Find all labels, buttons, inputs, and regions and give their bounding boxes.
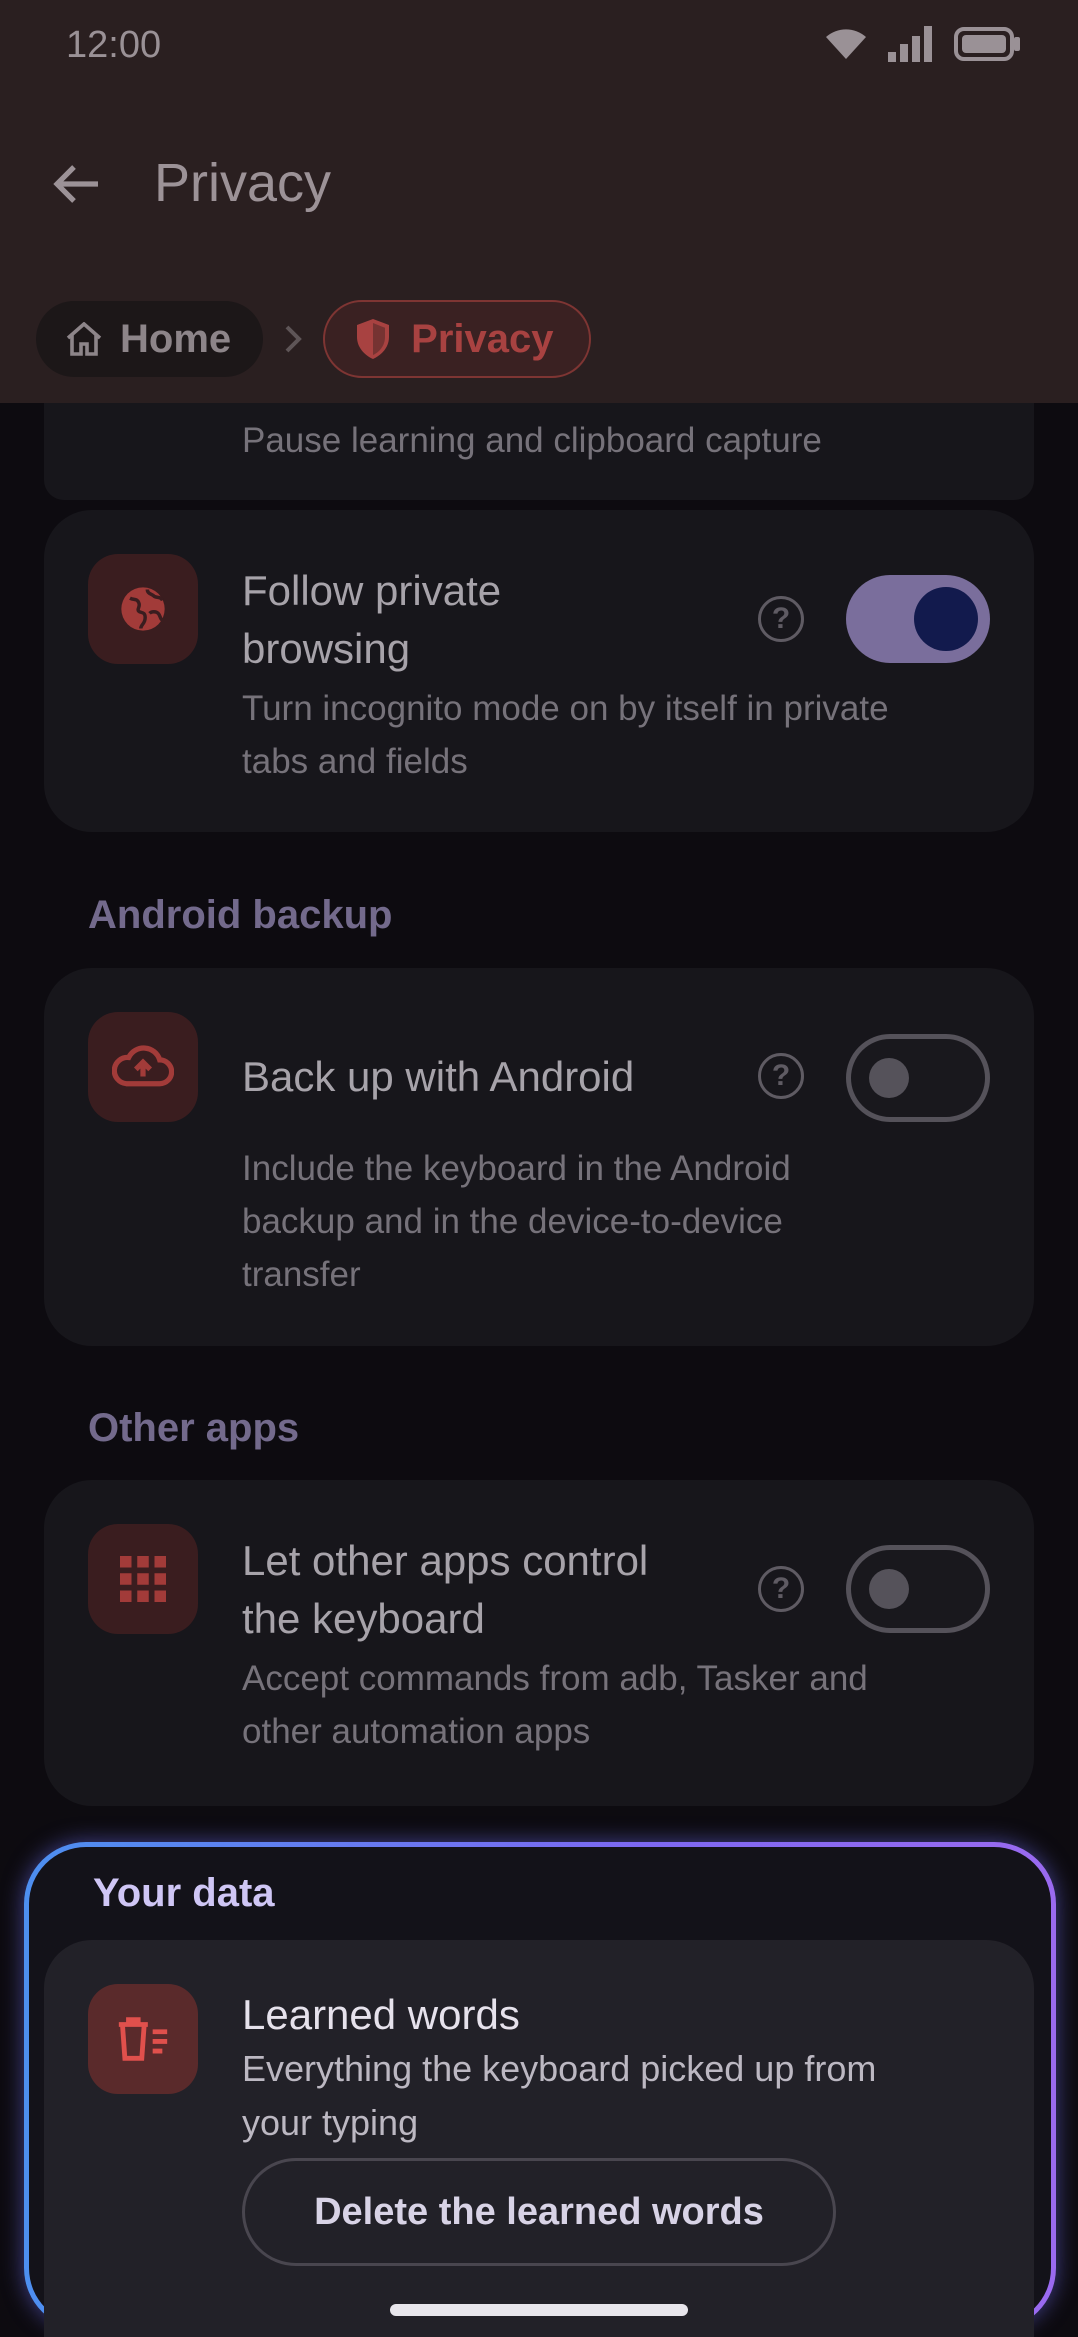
section-android-backup: Android backup [88, 893, 393, 937]
arrow-back-icon [53, 165, 98, 203]
signal-icon [888, 26, 932, 62]
help-icon[interactable]: ? [758, 1566, 804, 1612]
follow-private-subtitle-1: Turn incognito mode on by itself in priv… [242, 689, 889, 728]
section-your-data: Your data [93, 1871, 275, 1915]
other-apps-toggle[interactable] [846, 1545, 990, 1633]
wifi-icon [826, 29, 866, 59]
backup-subtitle-3: transfer [242, 1255, 361, 1294]
page-title: Privacy [154, 153, 332, 213]
learned-words-subtitle-1: Everything the keyboard picked up from [242, 2048, 877, 2089]
back-button[interactable] [46, 154, 106, 214]
delete-learned-words-button[interactable]: Delete the learned words [242, 2158, 836, 2266]
toggle-knob [869, 1058, 909, 1098]
title-bar: Privacy [0, 130, 1078, 240]
status-icons [826, 26, 1020, 62]
help-icon[interactable]: ? [758, 596, 804, 642]
other-apps-card[interactable]: Let other apps control the keyboard Acce… [44, 1480, 1034, 1806]
cloud-icon-tile [88, 1012, 198, 1122]
other-apps-subtitle-1: Accept commands from adb, Tasker and [242, 1659, 868, 1698]
grid-icon-tile [88, 1524, 198, 1634]
learned-words-subtitle-2: your typing [242, 2102, 419, 2143]
breadcrumb-privacy-label: Privacy [411, 316, 554, 361]
other-apps-subtitle-2: other automation apps [242, 1712, 591, 1751]
follow-private-subtitle-2: tabs and fields [242, 742, 468, 781]
grid-icon [120, 1556, 166, 1602]
learned-words-card: Learned words Everything the keyboard pi… [44, 1940, 1034, 2337]
chevron-right-icon [285, 325, 302, 353]
backup-subtitle-1: Include the keyboard in the Android [242, 1149, 791, 1188]
backup-card[interactable]: Back up with Android Include the keyboar… [44, 968, 1034, 1346]
other-apps-title-2: the keyboard [242, 1595, 485, 1642]
backup-title: Back up with Android [242, 1053, 635, 1100]
follow-private-toggle[interactable] [846, 575, 990, 663]
breadcrumb-separator [285, 325, 303, 353]
backup-subtitle-2: backup and in the device-to-device [242, 1202, 783, 1241]
learned-words-title: Learned words [242, 1991, 520, 2038]
delete-icon-tile [88, 1984, 198, 2094]
help-icon[interactable]: ? [758, 1053, 804, 1099]
delete-list-icon [118, 2017, 168, 2061]
breadcrumb: Home Privacy [36, 300, 592, 378]
section-other-apps: Other apps [88, 1406, 300, 1450]
battery-icon [954, 27, 1020, 61]
status-time: 12:00 [66, 24, 162, 66]
globe-icon [121, 587, 165, 631]
top-app-bar: 12:00 Privacy Home Privacy [0, 0, 1078, 403]
toggle-knob [914, 587, 978, 651]
backup-toggle[interactable] [846, 1034, 990, 1122]
incognito-subtitle: Pause learning and clipboard capture [242, 421, 822, 460]
home-icon [66, 322, 102, 356]
follow-private-title-1: Follow private [242, 567, 502, 614]
follow-private-card[interactable]: Follow private browsing Turn incognito m… [44, 510, 1034, 832]
breadcrumb-home-label: Home [120, 316, 232, 361]
breadcrumb-privacy[interactable]: Privacy [323, 300, 592, 378]
toggle-knob [869, 1569, 909, 1609]
shield-icon [357, 319, 390, 359]
breadcrumb-home[interactable]: Home [36, 301, 264, 377]
other-apps-title-1: Let other apps control [242, 1537, 649, 1584]
follow-private-title-2: browsing [242, 625, 411, 672]
cloud-upload-icon [112, 1045, 174, 1087]
status-bar: 12:00 [0, 0, 1078, 96]
globe-icon-tile [88, 554, 198, 664]
home-indicator[interactable] [390, 2304, 688, 2316]
